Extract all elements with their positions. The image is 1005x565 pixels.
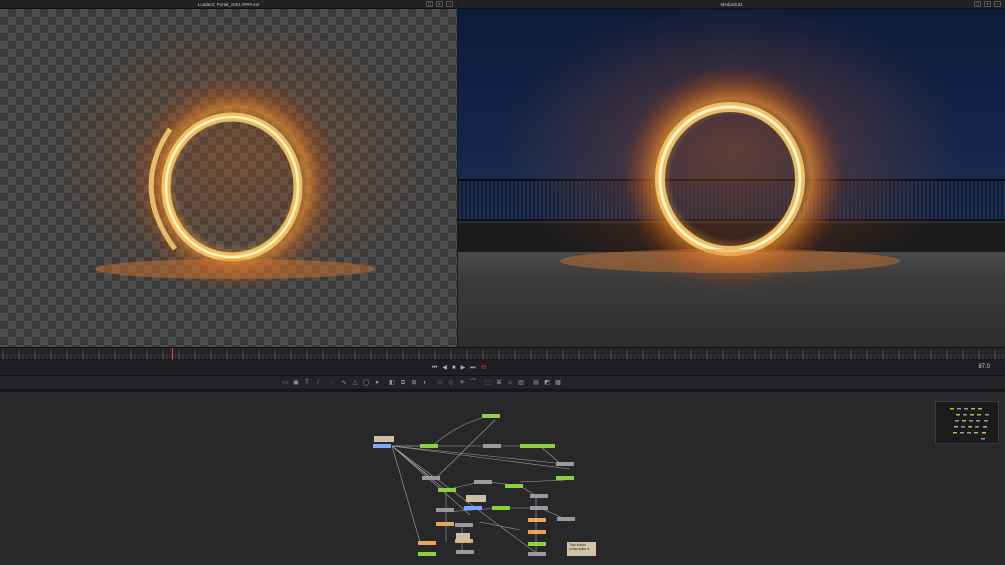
tool-node[interactable] [474,480,492,484]
blur-icon[interactable]: ◧ [388,379,396,387]
tool-node[interactable] [492,506,510,510]
tool-node[interactable] [455,523,473,527]
polygon-icon[interactable]: △ [351,379,359,387]
tool-node[interactable] [436,508,454,512]
comment-note[interactable]: This fusion comp adds a [567,542,596,556]
right-viewer-tools: ▢ ▾ ⋯ [974,1,1001,7]
tools-row: ▭ ▣ T / ◌ ∿ △ ◯ ♦ ◧ ⧉ ⊞ ◐ □ ◇ ✳ ⌒ ⬚ ⌘ ☼ … [281,379,562,387]
ellipse-icon[interactable]: ◯ [362,379,370,387]
portal-render-left [50,19,430,299]
tool-node[interactable] [520,444,538,448]
tool-node[interactable] [528,552,546,556]
tool-node[interactable] [422,476,440,480]
tool-node[interactable] [556,462,574,466]
bspline-icon[interactable]: ∿ [340,379,348,387]
text-icon[interactable]: T [303,379,311,387]
transport-controls: ⏮ ◀ ■ ▶ ⏭ ⟲ [432,365,486,372]
timeline-ruler[interactable] [0,347,1005,360]
tool-node[interactable] [528,530,546,534]
right-viewer-header: MediaOut1 ▢ ▾ ⋯ [458,0,1005,9]
tool-node[interactable] [528,518,546,522]
tool-node[interactable] [418,552,436,556]
comment-note-text: This fusion comp adds a [569,543,590,551]
menu-icon[interactable]: ⋯ [446,1,453,7]
right-viewer[interactable] [458,9,1005,347]
image-icon[interactable]: ▣ [292,379,300,387]
mask-icon[interactable]: ◌ [329,379,337,387]
camera-icon[interactable]: ⌘ [495,379,503,387]
curve-icon[interactable]: ⌒ [469,379,477,387]
play-reverse-icon[interactable]: ◀ [442,365,447,372]
tool-node[interactable] [373,444,391,448]
note-sticky[interactable] [456,533,470,542]
tool-node[interactable] [556,476,574,480]
node-minimap[interactable] [935,401,999,444]
tool-node[interactable] [537,444,555,448]
tool-node[interactable] [505,484,523,488]
current-frame[interactable]: 87.0 [978,364,990,370]
tool-node[interactable] [418,541,436,545]
playhead[interactable] [172,348,173,360]
light-icon[interactable]: ☼ [506,379,514,387]
left-viewer-tools: ▢ ▾ ⋯ [426,1,453,7]
tool-node[interactable] [528,542,546,546]
tool-node[interactable] [482,414,500,418]
note-sticky[interactable] [466,495,486,502]
paint-icon[interactable]: / [314,379,322,387]
node-editor[interactable]: This fusion comp adds a [0,391,1005,565]
left-viewer-title: Loader2: Portal_v001.####.exr [197,1,260,7]
tracker-icon[interactable]: ◇ [447,379,455,387]
tool-node[interactable] [530,494,548,498]
ruler-ticks [2,350,1004,360]
tool-node[interactable] [483,444,501,448]
tool-bar: ▭ ▣ T / ◌ ∿ △ ◯ ♦ ◧ ⧉ ⊞ ◐ □ ◇ ✳ ⌒ ⬚ ⌘ ☼ … [0,376,1005,390]
play-icon[interactable]: ▶ [461,365,466,372]
loop-icon[interactable]: ⟲ [481,365,486,372]
tool-node[interactable] [456,550,474,554]
background-icon[interactable]: ▭ [281,379,289,387]
lut-icon[interactable]: ▢ [426,1,433,7]
minimap-content [950,408,989,440]
go-to-start-icon[interactable]: ⏮ [432,365,437,372]
stop-icon[interactable]: ■ [452,365,456,372]
left-viewer[interactable] [0,9,457,347]
node-graph [373,414,575,556]
tool-node[interactable] [420,444,438,448]
particles-icon[interactable]: ✳ [458,379,466,387]
channel-icon[interactable]: ▾ [436,1,443,7]
transform-icon[interactable]: ⧉ [399,379,407,387]
drop-icon[interactable]: ♦ [373,379,381,387]
portal-render-right [503,9,963,299]
lut-icon[interactable]: ▢ [974,1,981,7]
menu-icon[interactable]: ⋯ [994,1,1001,7]
rectangle-icon[interactable]: □ [436,379,444,387]
renderer-icon[interactable]: ▥ [517,379,525,387]
3d-icon[interactable]: ⬚ [484,379,492,387]
output-icon[interactable]: ▤ [532,379,540,387]
tool-node[interactable] [464,506,482,510]
go-to-end-icon[interactable]: ⏭ [470,365,475,372]
tool-node[interactable] [436,522,454,526]
shape-icon[interactable]: ◩ [543,379,551,387]
channel-icon[interactable]: ▾ [984,1,991,7]
merge-icon[interactable]: ⊞ [410,379,418,387]
tool-node[interactable] [557,517,575,521]
tool-node[interactable] [438,488,456,492]
grid-icon[interactable]: ▦ [554,379,562,387]
left-viewer-header: Loader2: Portal_v001.####.exr ▢ ▾ ⋯ [0,0,457,9]
right-viewer-title: MediaOut1 [720,1,743,7]
color-icon[interactable]: ◐ [421,379,429,387]
tool-node[interactable] [530,506,548,510]
note-sticky[interactable] [374,436,394,442]
transport-bar: ⏮ ◀ ■ ▶ ⏭ ⟲ 87.0 [0,361,1005,376]
